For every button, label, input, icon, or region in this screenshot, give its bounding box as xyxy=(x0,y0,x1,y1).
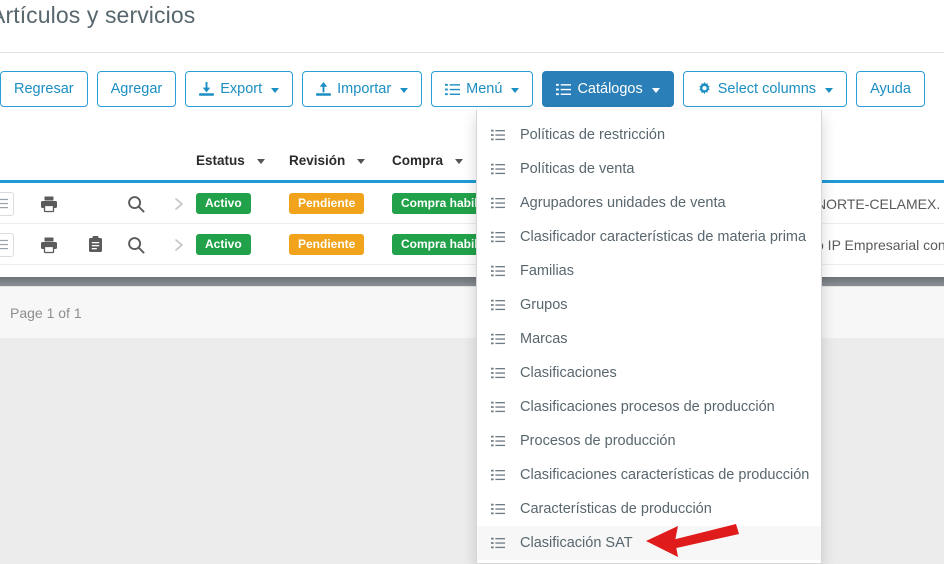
list-icon xyxy=(491,434,505,448)
list-icon xyxy=(491,128,505,142)
menu-item-label: Clasificación SAT xyxy=(520,535,633,551)
upload-icon xyxy=(316,81,332,97)
chevron-down-icon xyxy=(511,87,520,93)
list-icon xyxy=(491,468,505,482)
toolbar: Regresar Agregar Export Importar Menú Catálog… xyxy=(0,71,925,107)
print-button[interactable] xyxy=(40,224,58,265)
menu-item-grupos[interactable]: Grupos xyxy=(477,288,821,322)
list-icon xyxy=(491,366,505,380)
status-badge: Activo xyxy=(196,234,251,255)
menu-item-clasificaciones-procesos-de-producción[interactable]: Clasificaciones procesos de producción xyxy=(477,390,821,424)
gear-icon xyxy=(697,81,712,97)
toolbar-button-agregar[interactable]: Agregar xyxy=(96,71,177,107)
chevron-down-icon xyxy=(825,87,834,93)
menu-item-label: Familias xyxy=(520,263,574,279)
description-cell: o IP Empresarial con xyxy=(816,236,944,253)
revision-badge: Pendiente xyxy=(289,193,365,214)
list-icon xyxy=(556,82,572,97)
list-icon xyxy=(491,536,505,550)
menu-item-agrupadores-unidades-de-venta[interactable]: Agrupadores unidades de venta xyxy=(477,186,821,220)
chevron-down-icon[interactable] xyxy=(357,159,366,164)
expand-row-button[interactable] xyxy=(172,183,186,224)
chevron-down-icon[interactable] xyxy=(256,159,265,164)
search-button[interactable] xyxy=(127,183,145,224)
toolbar-button-select-columns[interactable]: Select columns xyxy=(682,71,848,107)
menu-item-label: Clasificaciones procesos de producción xyxy=(520,399,775,415)
page-title: Artículos y servicios xyxy=(0,2,196,28)
revision-badge: Pendiente xyxy=(289,234,365,255)
toolbar-button-label: Ayuda xyxy=(870,80,911,97)
toolbar-button-ayuda[interactable]: Ayuda xyxy=(856,71,925,107)
toolbar-button-cat-logos[interactable]: Catálogos xyxy=(542,71,674,107)
title-band: Artículos y servicios xyxy=(0,0,944,52)
toolbar-button-label: Regresar xyxy=(14,80,74,97)
list-icon xyxy=(491,502,505,516)
column-header-label: Compra xyxy=(392,153,444,168)
expand-row-button[interactable] xyxy=(172,224,186,265)
menu-item-clasificaciones-características-de-producción[interactable]: Clasificaciones características de produ… xyxy=(477,458,821,492)
row-menu-button[interactable] xyxy=(0,232,14,257)
list-icon xyxy=(491,264,505,278)
toolbar-button-label: Importar xyxy=(337,80,392,97)
column-header-compra[interactable]: Compra xyxy=(392,153,464,168)
chevron-down-icon xyxy=(271,87,280,93)
clipboard-button[interactable] xyxy=(88,224,103,265)
toolbar-button-regresar[interactable]: Regresar xyxy=(0,71,88,107)
chevron-down-icon[interactable] xyxy=(455,159,464,164)
description-cell: NORTE-CELAMEX. 66 xyxy=(816,195,944,212)
menu-item-label: Marcas xyxy=(520,331,568,347)
menu-item-procesos-de-producción[interactable]: Procesos de producción xyxy=(477,424,821,458)
menu-item-label: Clasificaciones características de produ… xyxy=(520,467,810,483)
menu-item-políticas-de-venta[interactable]: Políticas de venta xyxy=(477,152,821,186)
toolbar-button-label: Menú xyxy=(466,80,503,97)
toolbar-button-men-[interactable]: Menú xyxy=(431,71,534,107)
menu-item-label: Clasificaciones xyxy=(520,365,617,381)
menu-item-label: Políticas de restricción xyxy=(520,127,666,143)
list-icon xyxy=(491,230,505,244)
list-icon xyxy=(491,162,505,176)
toolbar-button-export[interactable]: Export xyxy=(185,71,294,107)
list-icon xyxy=(491,298,505,312)
chevron-down-icon xyxy=(400,87,409,93)
column-header-revisi-n[interactable]: Revisión xyxy=(289,153,366,168)
chevron-down-icon xyxy=(651,87,660,93)
menu-item-clasificador-características-de-materia-prima[interactable]: Clasificador características de materia … xyxy=(477,220,821,254)
menu-item-label: Agrupadores unidades de venta xyxy=(520,195,726,211)
menu-item-clasificaciones[interactable]: Clasificaciones xyxy=(477,356,821,390)
menu-item-label: Clasificador características de materia … xyxy=(520,229,807,245)
print-button[interactable] xyxy=(40,183,58,224)
toolbar-button-importar[interactable]: Importar xyxy=(302,71,423,107)
menu-item-características-de-producción[interactable]: Características de producción xyxy=(477,492,821,526)
row-menu-button[interactable] xyxy=(0,191,14,216)
list-icon xyxy=(491,332,505,346)
menu-item-marcas[interactable]: Marcas xyxy=(477,322,821,356)
menu-item-familias[interactable]: Familias xyxy=(477,254,821,288)
menu-item-label: Procesos de producción xyxy=(520,433,676,449)
toolbar-button-label: Select columns xyxy=(717,80,817,97)
column-header-estatus[interactable]: Estatus xyxy=(196,153,265,168)
toolbar-button-label: Catálogos xyxy=(577,80,643,97)
menu-item-label: Grupos xyxy=(520,297,568,313)
column-header-label: Estatus xyxy=(196,153,245,168)
app-screen: Artículos y servicios Regresar Agregar Exp… xyxy=(0,0,944,564)
toolbar-button-label: Agregar xyxy=(110,80,163,97)
download-icon xyxy=(199,81,215,97)
list-icon xyxy=(491,196,505,210)
pager-text: Page 1 of 1 xyxy=(10,304,82,321)
menu-item-label: Características de producción xyxy=(520,501,712,517)
toolbar-button-label: Export xyxy=(220,80,263,97)
search-button[interactable] xyxy=(127,224,145,265)
status-badge: Activo xyxy=(196,193,251,214)
list-icon xyxy=(491,400,505,414)
column-header-label: Revisión xyxy=(289,153,346,168)
menu-item-clasificación-sat[interactable]: Clasificación SAT xyxy=(477,526,821,560)
list-icon xyxy=(445,82,461,97)
catalogos-dropdown-menu[interactable]: Políticas de restricción Políticas de ven… xyxy=(476,110,822,564)
menu-item-políticas-de-restricción[interactable]: Políticas de restricción xyxy=(477,118,821,152)
menu-item-label: Políticas de venta xyxy=(520,161,635,177)
